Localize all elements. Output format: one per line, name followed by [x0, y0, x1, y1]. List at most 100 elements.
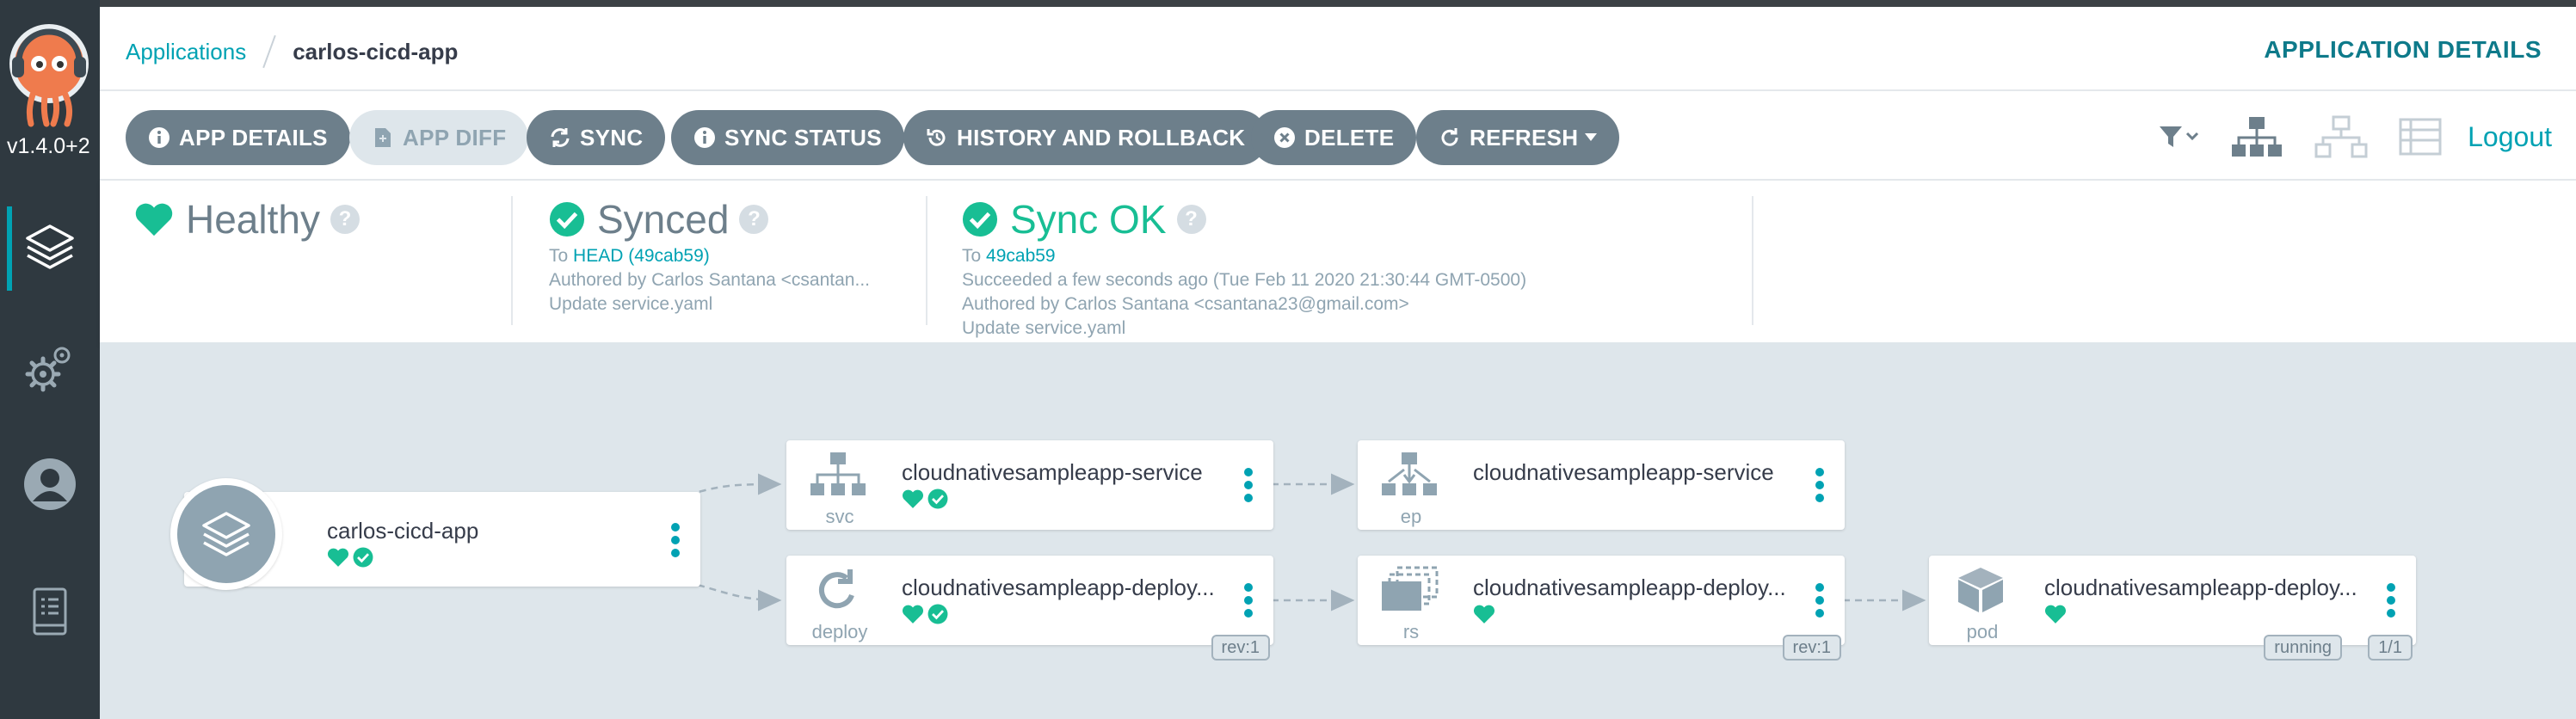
check-circle-icon — [962, 201, 998, 237]
breadcrumb-applications-link[interactable]: Applications — [126, 39, 246, 65]
edge-app-to-deploy — [697, 583, 782, 611]
app-node-name: carlos-cicd-app — [327, 518, 479, 544]
node-name: cloudnativesampleapp-deploy... — [1473, 575, 1786, 600]
close-circle-icon — [1274, 127, 1295, 148]
operation-succeeded: Succeeded a few seconds ago (Tue Feb 11 … — [962, 270, 1527, 290]
check-circle-icon — [353, 547, 373, 568]
app-details-button[interactable]: APP DETAILS — [126, 110, 350, 165]
sync-button[interactable]: SYNC — [527, 110, 666, 165]
pod-ready-tag: 1/1 — [2368, 635, 2413, 661]
file-diff-icon — [375, 128, 391, 147]
list-icon — [2399, 118, 2442, 156]
sync-label: SYNC — [580, 124, 644, 151]
operation-author: Authored by Carlos Santana <csantana23@g… — [962, 294, 1409, 314]
node-menu-button[interactable] — [1244, 583, 1253, 618]
history-icon — [927, 129, 946, 146]
health-help-icon[interactable]: ? — [330, 205, 360, 234]
health-status: Healthy ? — [134, 196, 513, 325]
check-circle-icon — [549, 201, 585, 237]
sidebar-item-applications[interactable] — [0, 200, 100, 294]
refresh-icon — [1441, 128, 1458, 146]
sidebar-item-settings[interactable] — [0, 320, 100, 415]
node-kind: deploy — [811, 621, 868, 642]
app-diff-button[interactable]: APP DIFF — [349, 110, 529, 165]
delete-button[interactable]: DELETE — [1251, 110, 1417, 165]
node-badges — [902, 489, 948, 509]
sidebar-item-user-info[interactable] — [0, 437, 100, 532]
node-menu-button[interactable] — [1815, 583, 1824, 618]
node-badges — [902, 604, 948, 624]
node-kind: pod — [1966, 621, 1999, 642]
sync-target-prefix: To — [549, 246, 569, 266]
node-name: cloudnativesampleapp-deploy... — [902, 575, 1215, 600]
book-icon — [33, 587, 67, 636]
check-circle-icon — [927, 604, 948, 624]
list-view-button[interactable] — [2399, 118, 2442, 156]
sync-revision-link[interactable]: HEAD (49cab59) — [573, 246, 710, 266]
sync-status-button[interactable]: SYNC STATUS — [671, 110, 904, 165]
argo-logo-icon[interactable] — [7, 22, 91, 127]
operation-status: Sync OK ? To 49cab59 Succeeded a few sec… — [962, 196, 1753, 338]
sync-status-label: Synced — [597, 197, 730, 242]
caret-down-icon — [1585, 133, 1598, 141]
resource-node-deploy[interactable]: deploy cloudnativesampleapp-deploy... re… — [786, 556, 1273, 661]
layers-icon — [202, 512, 250, 556]
network-view-button[interactable] — [2314, 115, 2368, 158]
resource-node-pod[interactable]: pod cloudnativesampleapp-deploy... runni… — [1929, 556, 2416, 661]
breadcrumb-separator — [262, 34, 276, 69]
app-node-badges — [327, 547, 373, 568]
logout-link[interactable]: Logout — [2468, 121, 2552, 153]
check-circle-icon — [927, 489, 948, 509]
resource-graph[interactable]: carlos-cicd-app svc cloudnativesampleapp… — [100, 342, 2576, 719]
info-icon — [694, 127, 715, 148]
view-controls: Logout — [2127, 115, 2552, 158]
node-menu-button[interactable] — [2387, 583, 2395, 618]
user-icon — [24, 458, 76, 510]
network-icon — [2314, 115, 2368, 158]
toolbar: APP DETAILS APP DIFF SYNC SYNC STATUS HI… — [100, 91, 2576, 181]
sidebar-item-docs[interactable] — [0, 564, 100, 659]
page-header: Applications carlos-cicd-app APPLICATION… — [100, 7, 2576, 91]
gears-icon — [25, 347, 71, 392]
page-title: APPLICATION DETAILS — [2264, 36, 2542, 63]
node-kind: ep — [1400, 506, 1422, 527]
tree-view-button[interactable] — [2230, 115, 2283, 158]
breadcrumb-current: carlos-cicd-app — [293, 38, 459, 65]
app-node-icon — [170, 478, 282, 590]
operation-help-icon[interactable]: ? — [1176, 205, 1206, 234]
breadcrumb: Applications carlos-cicd-app — [126, 34, 458, 69]
sync-target: To HEAD (49cab59) — [549, 246, 926, 267]
cube-icon — [1944, 566, 2017, 618]
node-badges — [1473, 604, 1495, 624]
version-label: v1.4.0+2 — [7, 134, 90, 158]
heart-icon — [1473, 605, 1495, 624]
node-badges — [2044, 604, 2067, 624]
sync-help-icon[interactable]: ? — [739, 205, 769, 234]
resource-node-svc[interactable]: svc cloudnativesampleapp-service — [786, 440, 1273, 530]
sitemap-icon — [802, 451, 874, 503]
operation-revision-link[interactable]: 49cab59 — [986, 246, 1056, 266]
history-rollback-button[interactable]: HISTORY AND ROLLBACK — [903, 110, 1268, 165]
node-menu-button[interactable] — [1244, 468, 1253, 502]
health-label: Healthy — [186, 197, 320, 242]
health-heading: Healthy ? — [134, 196, 511, 243]
revision-tag: rev:1 — [1211, 635, 1270, 661]
node-name: cloudnativesampleapp-deploy... — [2044, 575, 2357, 600]
operation-label: Sync OK — [1010, 197, 1167, 242]
node-name: cloudnativesampleapp-service — [902, 459, 1203, 485]
resource-node-rs[interactable]: rs cloudnativesampleapp-deploy... rev:1 — [1358, 556, 1845, 661]
resource-node-ep[interactable]: ep cloudnativesampleapp-service — [1358, 440, 1845, 530]
sync-status: Synced ? To HEAD (49cab59) Authored by C… — [549, 196, 927, 325]
node-name: cloudnativesampleapp-service — [1473, 459, 1774, 485]
app-root-node[interactable]: carlos-cicd-app — [170, 478, 700, 590]
node-menu-button[interactable] — [1815, 468, 1824, 502]
delete-label: DELETE — [1304, 124, 1395, 151]
filter-dropdown[interactable] — [2158, 123, 2199, 151]
app-node-menu-button[interactable] — [671, 523, 680, 557]
sidebar: v1.4.0+2 — [0, 0, 100, 719]
heart-icon — [327, 548, 349, 567]
sync-status-label: SYNC STATUS — [724, 124, 882, 151]
endpoints-icon — [1373, 451, 1445, 503]
refresh-button[interactable]: REFRESH — [1416, 110, 1620, 165]
revision-tag: rev:1 — [1782, 635, 1841, 661]
